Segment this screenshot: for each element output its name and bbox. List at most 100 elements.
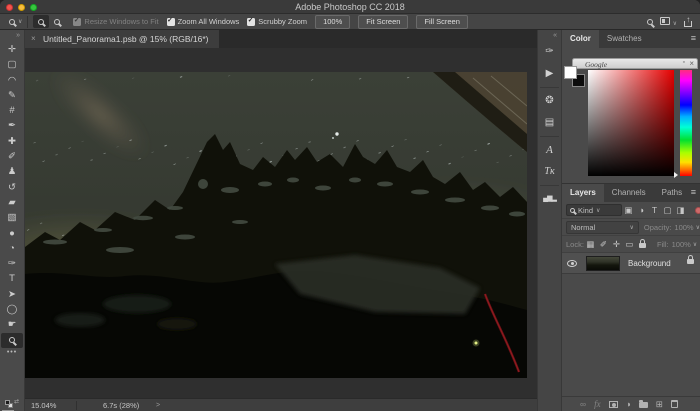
blur-tool[interactable]: ● [0, 226, 24, 241]
layers-bottom-bar: ∞ fx ◑ ⊞ [562, 396, 700, 411]
brush-tool[interactable]: ✐ [0, 149, 24, 164]
close-window-icon[interactable]: × [689, 59, 694, 68]
hand-tool[interactable]: ☛ [0, 317, 24, 332]
tab-paths[interactable]: Paths [654, 184, 690, 202]
pen-tool[interactable]: ✑ [0, 256, 24, 271]
panel-menu-icon[interactable]: ≡ [691, 33, 696, 43]
fill-screen-button[interactable]: Fill Screen [416, 15, 467, 29]
filter-toggle-icon[interactable] [695, 207, 700, 214]
layers-panel-tabbar: Layers Channels Paths ≡ [562, 184, 700, 202]
paragraph-styles-panel-icon[interactable]: A [538, 139, 561, 161]
status-chevron-icon[interactable]: > [156, 402, 160, 409]
filter-type-layers-icon[interactable]: T [648, 205, 661, 215]
panel-menu-icon[interactable]: ≡ [691, 187, 696, 197]
google-floating-window[interactable]: Google ▫ × [572, 58, 698, 69]
filter-kind-dropdown[interactable]: Kind ∨ [566, 204, 622, 216]
zoom-100-button[interactable]: 100% [315, 15, 350, 29]
adjustments-panel-icon[interactable]: ❂ [538, 90, 561, 112]
lock-icon [639, 243, 646, 248]
opacity-label: Opacity: [644, 223, 672, 232]
workspace-icon [660, 17, 670, 25]
histogram-panel-icon[interactable]: ▄▆▂ [538, 188, 561, 210]
tab-layers[interactable]: Layers [562, 184, 604, 202]
checkbox-zoom-all-windows[interactable]: Zoom All Windows [167, 17, 240, 26]
layer-visibility-eye-icon[interactable] [567, 260, 577, 267]
hue-slider[interactable] [680, 70, 692, 176]
rectangular-marquee-tool[interactable]: ▢ [0, 57, 24, 72]
toolbar-expand-icon[interactable]: » [0, 30, 24, 42]
default-colors-icon[interactable]: ⇄ [3, 400, 21, 408]
tab-swatches[interactable]: Swatches [599, 30, 650, 48]
share-icon[interactable] [684, 21, 692, 27]
fit-screen-button[interactable]: Fit Screen [358, 15, 408, 29]
gradient-tool[interactable]: ▧ [0, 210, 24, 225]
saturation-brightness-field[interactable] [588, 70, 674, 176]
actions-panel-icon[interactable]: ▶ [538, 63, 561, 85]
current-tool-badge[interactable]: ∨ [9, 18, 22, 25]
lock-transparency-icon[interactable]: ▦ [584, 239, 597, 250]
tab-channels[interactable]: Channels [604, 184, 654, 202]
workspace-switcher[interactable]: ∨ [660, 17, 677, 27]
link-layers-icon[interactable]: ∞ [580, 399, 586, 409]
spot-healing-brush-tool[interactable]: ✚ [0, 134, 24, 149]
quick-selection-tool[interactable]: ✎ [0, 88, 24, 103]
new-adjustment-layer-icon[interactable]: ◑ [626, 399, 631, 409]
search-icon[interactable] [647, 19, 653, 25]
swap-colors-icon[interactable]: ⇄ [14, 398, 19, 405]
layer-thumbnail[interactable] [586, 256, 620, 271]
edit-toolbar-button[interactable]: ••• [0, 348, 24, 357]
eyedropper-tool[interactable]: ✒ [0, 118, 24, 133]
fill-value: 100% [672, 240, 691, 249]
canvas-image[interactable] [25, 72, 527, 378]
zoom-level-field[interactable]: 15.04% [25, 401, 77, 410]
panel-foreground-color-swatch[interactable] [564, 66, 577, 79]
lock-position-icon[interactable]: ✛ [610, 239, 623, 250]
tab-color[interactable]: Color [562, 30, 599, 48]
blend-mode-dropdown[interactable]: Normal ∨ [566, 221, 639, 234]
fill-dropdown[interactable]: 100% ∨ [672, 240, 698, 249]
checkbox-resize-windows-to-fit[interactable]: Resize Windows to Fit [73, 17, 158, 26]
add-layer-mask-icon[interactable] [609, 401, 618, 408]
tool-options-bar: ∨ Resize Windows to Fit Zoom All Windows… [0, 14, 700, 30]
layer-style-fx-icon[interactable]: fx [594, 399, 601, 409]
delete-layer-icon[interactable] [671, 400, 678, 408]
filter-pixel-layers-icon[interactable]: ▣ [622, 205, 635, 216]
glyphs-panel-icon[interactable]: Tᴋ [538, 161, 561, 183]
restore-window-icon[interactable]: ▫ [683, 59, 685, 66]
color-panel-tabbar: Color Swatches ≡ [562, 30, 700, 48]
move-tool[interactable]: ✛ [0, 42, 24, 57]
brush-settings-panel-icon[interactable]: ✑ [538, 41, 561, 63]
type-tool[interactable]: T [0, 271, 24, 286]
filter-shape-layers-icon[interactable]: ▢ [661, 205, 674, 216]
ellipse-tool[interactable]: ◯ [0, 302, 24, 317]
tools-panel: » ✛ ▢ ◠ ✎ # ✒ ✚ ✐ ♟ ↺ ▰ ▧ ● ◔ ✑ T ➤ ◯ ☛ … [0, 30, 25, 411]
filter-adjustment-layers-icon[interactable]: ◑ [635, 205, 648, 215]
chevron-down-icon: ∨ [693, 241, 697, 248]
blend-mode-row: Normal ∨ Opacity: 100% ∨ [562, 219, 700, 236]
filter-smart-objects-icon[interactable]: ◨ [674, 205, 687, 216]
layer-row-background[interactable]: Background [562, 253, 700, 274]
document-tab[interactable]: × Untitled_Panorama1.psb @ 15% (RGB/16*) [25, 30, 219, 48]
opacity-dropdown[interactable]: 100% ∨ [674, 223, 700, 232]
history-brush-tool[interactable]: ↺ [0, 180, 24, 195]
dodge-tool[interactable]: ◔ [0, 241, 24, 256]
styles-panel-icon[interactable]: ▤ [538, 112, 561, 134]
close-tab-icon[interactable]: × [31, 34, 36, 43]
zoom-tool[interactable] [1, 333, 23, 348]
new-group-icon[interactable] [639, 402, 648, 408]
path-selection-tool[interactable]: ➤ [0, 287, 24, 302]
lock-artboard-icon[interactable]: ▭ [623, 239, 636, 250]
zoom-out-button[interactable] [49, 15, 65, 28]
checkbox-label: Resize Windows to Fit [84, 17, 158, 26]
separator [540, 185, 559, 186]
collapse-dock-icon[interactable]: « [538, 30, 561, 41]
checkbox-scrubby-zoom[interactable]: Scrubby Zoom [247, 17, 307, 26]
eraser-tool[interactable]: ▰ [0, 195, 24, 210]
crop-tool[interactable]: # [0, 103, 24, 118]
lock-all-icon[interactable] [636, 239, 649, 250]
zoom-in-button[interactable] [33, 15, 49, 28]
lock-paint-icon[interactable]: ✐ [597, 239, 610, 250]
new-layer-icon[interactable]: ⊞ [656, 399, 663, 410]
lasso-tool[interactable]: ◠ [0, 73, 24, 88]
clone-stamp-tool[interactable]: ♟ [0, 164, 24, 179]
